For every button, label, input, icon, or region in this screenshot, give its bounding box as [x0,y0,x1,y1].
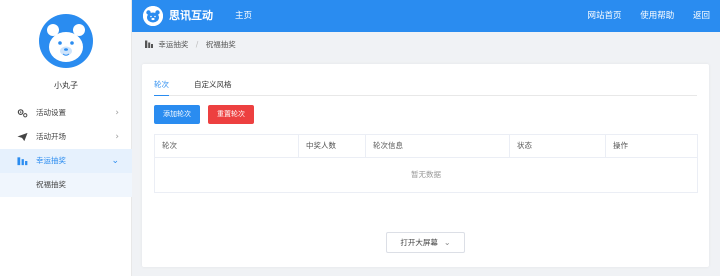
sidebar-item-activity-settings[interactable]: 活动设置 › [0,101,132,125]
tab-bar: 轮次 自定义风格 [154,76,697,96]
breadcrumb: 幸运抽奖 / 祝福抽奖 [145,38,236,52]
column-header: 轮次 [155,135,299,157]
back-link[interactable]: 返回 [693,11,710,21]
column-header: 状态 [510,135,606,157]
table-header: 轮次 中奖人数 轮次信息 状态 操作 [155,135,697,158]
open-big-screen-button[interactable]: 打开大屏幕 ⌄ [386,232,465,253]
sidebar-menu: 活动设置 › 活动开场 › 幸运抽奖 ⌄ 祝福抽奖 [0,101,132,197]
site-home-link[interactable]: 网站首页 [588,11,622,21]
help-link[interactable]: 使用帮助 [640,11,674,21]
brand-name: 思讯互动 [169,9,213,22]
logo [143,6,163,26]
sidebar-item-label: 活动开场 [36,132,66,141]
top-links: 网站首页 使用帮助 返回 [572,0,710,32]
column-header: 轮次信息 [366,135,510,157]
rounds-table: 轮次 中奖人数 轮次信息 状态 操作 暂无数据 [154,134,698,193]
chart-icon [145,40,153,48]
avatar [39,14,93,68]
reset-round-button[interactable]: 重置轮次 [208,105,254,124]
top-header: 思讯互动 主页 网站首页 使用帮助 返回 [132,0,720,32]
breadcrumb-item: 祝福抽奖 [205,40,236,49]
breadcrumb-separator: / [195,40,199,49]
chevron-right-icon: › [115,132,119,142]
sidebar-item-label: 活动设置 [36,108,66,117]
user-name: 小丸子 [54,81,78,90]
sidebar-item-activity-opening[interactable]: 活动开场 › [0,125,132,149]
tab-rounds[interactable]: 轮次 [154,78,169,96]
chart-icon [17,157,28,166]
tab-custom-style[interactable]: 自定义风格 [194,78,232,96]
column-header: 操作 [613,141,628,150]
home-link[interactable]: 主页 [235,0,252,32]
chevron-right-icon: › [115,108,119,118]
paper-plane-icon [17,132,28,142]
sidebar-subitem-blessing-draw[interactable]: 祝福抽奖 [0,173,132,197]
sidebar-item-lucky-draw[interactable]: 幸运抽奖 ⌄ [0,149,132,173]
column-header: 中奖人数 [299,135,366,157]
sidebar-item-label: 幸运抽奖 [36,156,66,165]
main-card: 轮次 自定义风格 添加轮次 重置轮次 轮次 中奖人数 轮次信息 状态 操作 暂无… [142,64,709,267]
gear-icon [17,109,28,118]
open-big-screen-label: 打开大屏幕 [400,238,438,247]
sidebar: 小丸子 活动设置 › 活动开场 › 幸运抽奖 ⌄ 祝福抽奖 [0,0,132,276]
bear-icon [47,24,85,62]
chevron-down-icon: ⌄ [111,156,119,166]
empty-state: 暂无数据 [411,170,441,179]
chevron-down-icon: ⌄ [443,238,451,247]
bear-logo-icon [143,6,163,26]
add-round-button[interactable]: 添加轮次 [154,105,200,124]
breadcrumb-item[interactable]: 幸运抽奖 [158,40,188,49]
